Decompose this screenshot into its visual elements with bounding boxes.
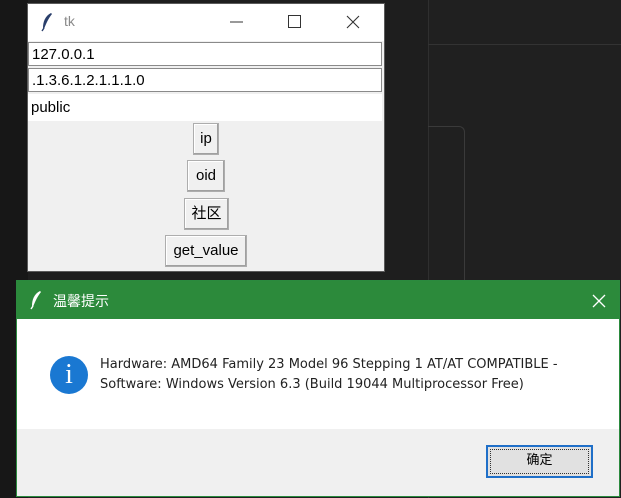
community-button[interactable]: 社区 <box>184 198 229 230</box>
close-button[interactable] <box>324 4 382 41</box>
tk-titlebar[interactable]: tk <box>28 4 384 41</box>
feather-icon <box>41 13 52 32</box>
window-title: tk <box>64 13 75 29</box>
oid-button[interactable]: oid <box>187 160 225 192</box>
close-icon <box>346 15 360 29</box>
dialog-titlebar[interactable]: 温馨提示 <box>17 281 619 319</box>
background-divider <box>428 44 621 45</box>
ip-entry[interactable]: 127.0.0.1 <box>28 42 382 66</box>
minimize-button[interactable] <box>208 4 266 41</box>
dialog-message: Hardware: AMD64 Family 23 Model 96 Stepp… <box>100 355 600 394</box>
dialog-close-button[interactable] <box>577 281 619 319</box>
ip-button[interactable]: ip <box>193 123 219 155</box>
message-dialog: 温馨提示 i Hardware: AMD64 Family 23 Model 9… <box>17 281 619 496</box>
minimize-icon <box>230 21 243 23</box>
community-entry[interactable]: public <box>28 94 382 121</box>
message-line: Software: Windows Version 6.3 (Build 190… <box>100 376 524 392</box>
tk-window: tk 127.0.0.1 .1.3.6.1.2.1.1.1.0 public i… <box>28 4 384 271</box>
maximize-icon <box>288 15 301 28</box>
ok-button-label: 确定 <box>526 453 553 468</box>
dialog-title: 温馨提示 <box>53 294 109 310</box>
feather-icon <box>30 291 41 310</box>
info-icon: i <box>50 356 88 394</box>
ok-button[interactable]: 确定 <box>486 445 593 478</box>
oid-entry[interactable]: .1.3.6.1.2.1.1.1.0 <box>28 68 382 92</box>
maximize-button[interactable] <box>266 4 324 41</box>
close-icon <box>592 294 606 308</box>
background-card-edge <box>428 126 465 287</box>
info-icon-glyph: i <box>65 359 73 390</box>
get-value-button[interactable]: get_value <box>165 235 247 267</box>
message-line: Hardware: AMD64 Family 23 Model 96 Stepp… <box>100 357 558 372</box>
